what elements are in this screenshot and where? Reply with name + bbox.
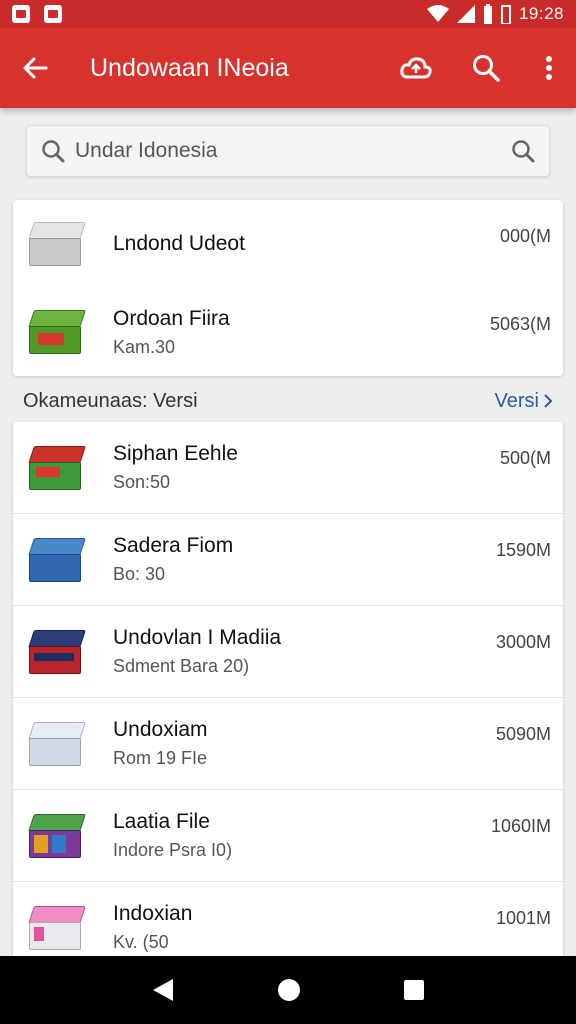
list-item[interactable]: Undoxiam Rom 19 FIe 5090M: [13, 698, 563, 790]
search-icon: [42, 140, 65, 163]
item-subtitle: Son:50: [113, 472, 171, 492]
list-item[interactable]: Ordoan Fiira Kam.30 5063(M: [13, 288, 563, 376]
product-box-thumbnail: [25, 626, 87, 678]
item-subtitle: Sdment Bara 20): [113, 656, 250, 676]
list-item[interactable]: Undovlan I Madiia Sdment Bara 20) 3000M: [13, 606, 563, 698]
product-box-thumbnail: [25, 534, 87, 586]
product-box-thumbnail: [25, 218, 87, 270]
list-item[interactable]: Lndond Udeot 000(M: [13, 200, 563, 288]
search-input[interactable]: [75, 139, 511, 163]
section-link-label: Versi: [494, 389, 539, 412]
search-submit-icon[interactable]: [511, 139, 535, 163]
signal-icon: [456, 5, 475, 23]
item-title: Lndond Udeot: [113, 232, 245, 255]
more-options-button[interactable]: [521, 28, 576, 108]
item-size: 5090M: [495, 724, 551, 744]
notification-photo-icon: [12, 5, 30, 23]
wifi-icon: [426, 5, 449, 22]
item-size: 500(M: [499, 448, 551, 468]
product-box-thumbnail: [25, 306, 87, 358]
product-box-thumbnail: [25, 718, 87, 770]
item-size: 1590M: [495, 540, 551, 560]
search-icon: [473, 55, 500, 82]
app-bar: Undowaan INeoia: [0, 28, 576, 108]
item-title: Siphan Eehle: [113, 442, 238, 465]
item-subtitle: Rom 19 FIe: [113, 748, 208, 768]
item-subtitle: Bo: 30: [113, 564, 166, 584]
item-size: 3000M: [495, 632, 551, 652]
file-list-card: Siphan Eehle Son:50 500(M Sadera Fiom Bo…: [13, 422, 563, 974]
arrow-left-icon: [23, 57, 48, 79]
product-box-thumbnail: [25, 902, 87, 954]
battery-icon: [483, 4, 492, 24]
status-bar: 19:28: [0, 0, 576, 28]
back-button[interactable]: [0, 28, 70, 108]
list-item[interactable]: Sadera Fiom Bo: 30 1590M: [13, 514, 563, 606]
cloud-icon: [400, 57, 432, 79]
status-time: 19:28: [518, 4, 564, 23]
section-header: Okameunaas: Versi Versi: [0, 384, 576, 418]
section-link[interactable]: Versi: [495, 390, 553, 413]
top-items-card: Lndond Udeot 000(M Ordoan Fiira Kam.30 5…: [13, 200, 563, 376]
app-title: Undowaan INeoia: [90, 53, 289, 82]
list-item[interactable]: Siphan Eehle Son:50 500(M: [13, 422, 563, 514]
item-size: 1001M: [495, 908, 551, 928]
item-size: 1060IM: [490, 816, 551, 836]
battery-secondary-icon: [500, 5, 511, 24]
item-subtitle: Kam.30: [113, 336, 176, 357]
nav-back-icon[interactable]: [151, 977, 175, 1003]
item-size: 000(M: [499, 226, 551, 246]
chevron-right-icon: [544, 394, 553, 408]
nav-home-icon[interactable]: [276, 977, 302, 1003]
section-label: Okameunaas: Versi: [23, 389, 198, 412]
item-size: 5063(M: [489, 314, 551, 334]
nav-recents-icon[interactable]: [403, 979, 425, 1001]
cloud-button[interactable]: [381, 28, 451, 108]
item-subtitle: Indore Psra I0): [113, 840, 233, 860]
product-box-thumbnail: [25, 810, 87, 862]
product-box-thumbnail: [25, 442, 87, 494]
search-bar[interactable]: [26, 125, 550, 177]
list-item[interactable]: Laatia File Indore Psra I0) 1060IM: [13, 790, 563, 882]
more-vert-icon: [545, 56, 552, 80]
item-subtitle: Kv. (50: [113, 932, 169, 952]
search-button[interactable]: [451, 28, 521, 108]
navigation-bar: [0, 956, 576, 1024]
notification-app-icon: [44, 5, 62, 23]
